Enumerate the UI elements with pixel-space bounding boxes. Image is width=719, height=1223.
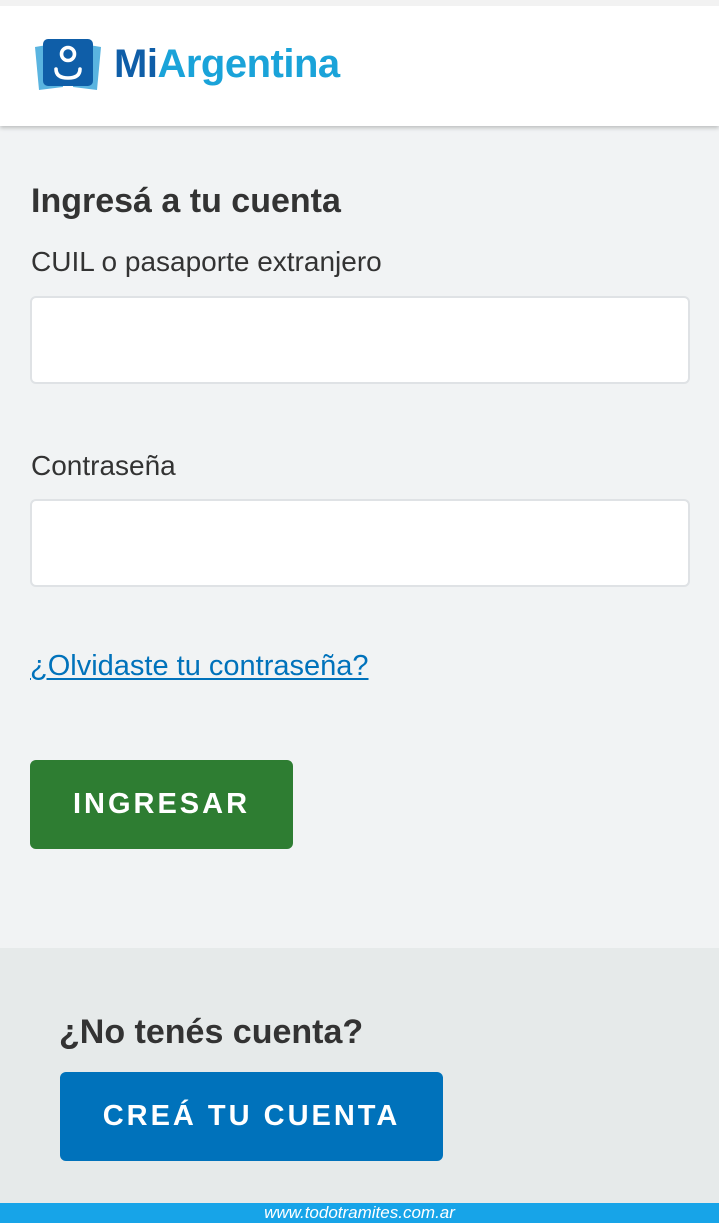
brand-name: MiArgentina	[114, 44, 340, 84]
cuil-input[interactable]	[30, 296, 690, 384]
register-section: ¿No tenés cuenta? CREÁ TU CUENTA	[0, 948, 719, 1203]
register-title: ¿No tenés cuenta?	[59, 1013, 364, 1051]
brand-name-argentina: Argentina	[157, 42, 340, 86]
login-button[interactable]: INGRESAR	[30, 760, 293, 849]
cuil-label: CUIL o pasaporte extranjero	[31, 246, 382, 277]
watermark-bar: www.todotramites.com.ar	[0, 1203, 719, 1223]
app-header: MiArgentina	[0, 0, 719, 126]
login-section: Ingresá a tu cuenta CUIL o pasaporte ext…	[0, 126, 719, 948]
forgot-password-link[interactable]: ¿Olvidaste tu contraseña?	[30, 650, 369, 683]
person-card-icon	[32, 38, 104, 90]
watermark-text: www.todotramites.com.ar	[264, 1203, 455, 1222]
login-page: MiArgentina Ingresá a tu cuenta CUIL o p…	[0, 0, 719, 1223]
create-account-button[interactable]: CREÁ TU CUENTA	[60, 1072, 443, 1161]
brand-name-mi: Mi	[114, 42, 158, 86]
login-title: Ingresá a tu cuenta	[31, 182, 341, 220]
password-label: Contraseña	[31, 450, 176, 481]
brand-logo[interactable]: MiArgentina	[32, 36, 340, 92]
password-input[interactable]	[30, 499, 690, 587]
